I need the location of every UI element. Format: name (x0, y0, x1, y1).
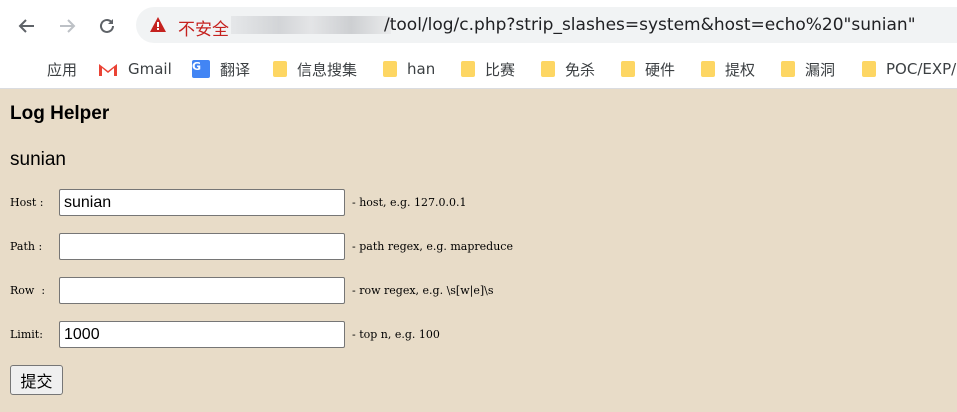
arrow-right-icon (60, 19, 76, 33)
reload-button[interactable] (91, 10, 123, 42)
folder-icon (781, 61, 795, 77)
url-text[interactable]: /tool/log/c.php?strip_slashes=system&hos… (384, 15, 916, 35)
bookmark-label: 提权 (725, 60, 756, 79)
warning-icon[interactable] (150, 17, 166, 32)
host-input[interactable] (59, 189, 345, 216)
redacted-host (231, 16, 391, 34)
bookmark-folder-hardware[interactable]: 硬件 (621, 58, 675, 80)
folder-icon (701, 61, 715, 77)
bookmark-label: 比赛 (485, 60, 516, 79)
gmail-icon (98, 61, 118, 77)
bookmark-folder-poc[interactable]: POC/EXP/ (862, 58, 956, 80)
bookmark-label: 应用 (47, 60, 78, 79)
address-bar[interactable]: 不安全 /tool/log/c.php?strip_slashes=system… (136, 7, 957, 43)
bookmark-gmail[interactable]: Gmail (98, 58, 172, 80)
folder-icon (541, 61, 555, 77)
back-button[interactable] (11, 10, 43, 42)
submit-button[interactable]: 提交 (10, 365, 63, 395)
folder-icon (862, 61, 876, 77)
bookmark-folder-vuln[interactable]: 漏洞 (781, 58, 835, 80)
security-status-label[interactable]: 不安全 (178, 15, 229, 40)
path-hint: - path regex, e.g. mapreduce (352, 240, 513, 253)
forward-button[interactable] (51, 10, 83, 42)
bookmark-label: POC/EXP/ (886, 60, 957, 78)
bookmark-label: 漏洞 (805, 60, 836, 79)
folder-icon (273, 61, 287, 77)
page-content: Log Helper sunian Host : - host, e.g. 12… (0, 89, 957, 412)
browser-toolbar: 不安全 /tool/log/c.php?strip_slashes=system… (0, 0, 957, 50)
apps-icon (19, 60, 37, 78)
limit-label: Limit: (10, 328, 43, 341)
bookmark-folder-evasion[interactable]: 免杀 (541, 58, 595, 80)
bookmark-label: han (407, 60, 436, 78)
bookmark-translate[interactable]: G 翻译 (192, 58, 250, 80)
folder-icon (621, 61, 635, 77)
bookmark-label: 免杀 (565, 60, 596, 79)
translate-icon: G (192, 60, 210, 78)
browser-chrome: 不安全 /tool/log/c.php?strip_slashes=system… (0, 0, 957, 89)
bookmark-label: 信息搜集 (297, 60, 358, 79)
host-output: sunian (10, 149, 66, 170)
limit-input[interactable] (59, 321, 345, 348)
bookmark-folder-han[interactable]: han (383, 58, 435, 80)
bookmark-folder-contest[interactable]: 比赛 (461, 58, 515, 80)
page-title: Log Helper (10, 103, 110, 124)
bookmark-folder-info[interactable]: 信息搜集 (273, 58, 357, 80)
bookmark-folder-privesc[interactable]: 提权 (701, 58, 755, 80)
bookmark-label: 硬件 (645, 60, 676, 79)
row-label: Row : (10, 284, 46, 297)
bookmarks-bar: 应用 Gmail G 翻译 信息搜集 han 比赛 免杀 硬件 提权 漏洞 PO… (0, 50, 957, 88)
reload-icon (100, 18, 114, 33)
bookmark-label: 翻译 (220, 60, 251, 79)
folder-icon (383, 61, 397, 77)
folder-icon (461, 61, 475, 77)
bookmark-label: Gmail (128, 60, 172, 78)
path-label: Path : (10, 240, 43, 253)
limit-hint: - top n, e.g. 100 (352, 328, 440, 341)
row-hint: - row regex, e.g. \s[w|e]\s (352, 284, 494, 297)
host-label: Host : (10, 196, 44, 209)
path-input[interactable] (59, 233, 345, 260)
row-input[interactable] (59, 277, 345, 304)
bookmark-apps[interactable]: 应用 (19, 58, 77, 80)
host-hint: - host, e.g. 127.0.0.1 (352, 196, 467, 209)
arrow-left-icon (18, 19, 34, 33)
